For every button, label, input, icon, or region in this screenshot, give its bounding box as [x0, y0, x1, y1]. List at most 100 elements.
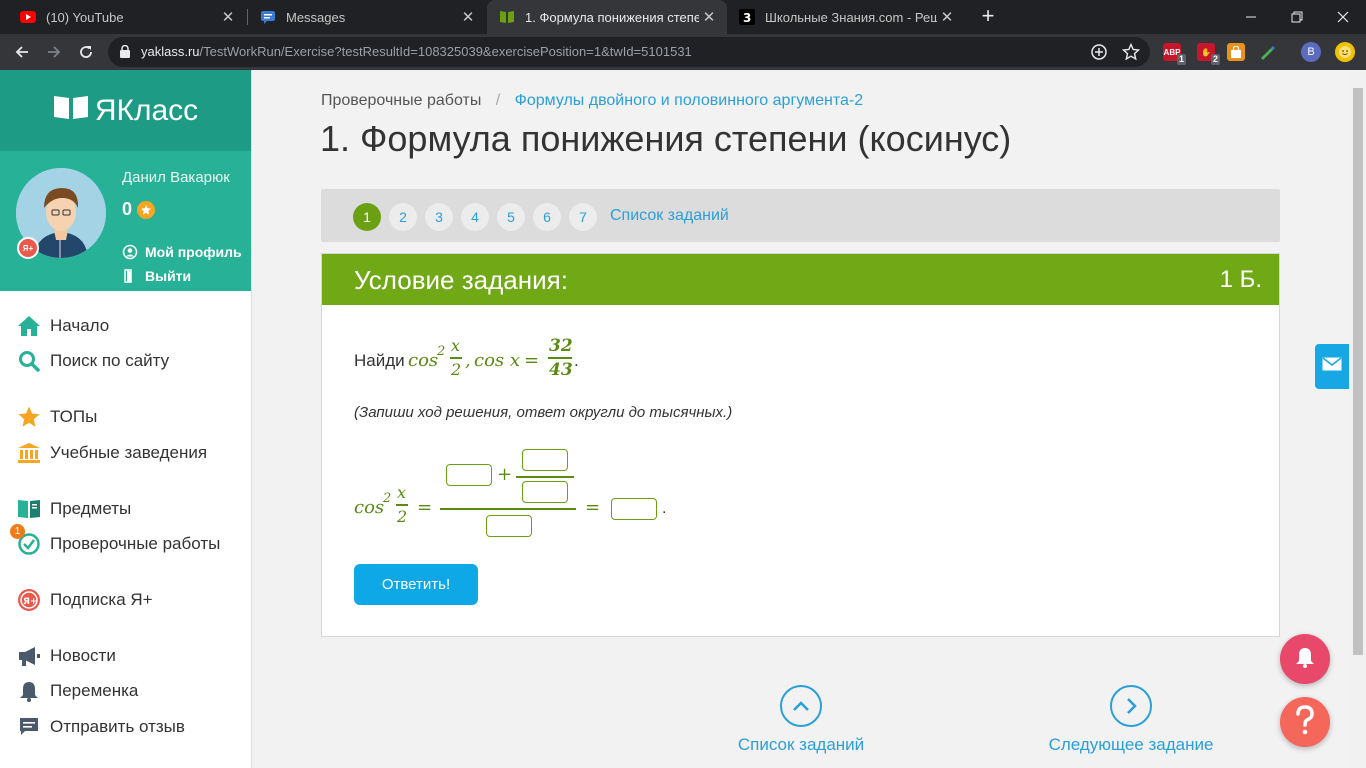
minimize-button[interactable] — [1228, 0, 1274, 34]
notifications-button[interactable] — [1280, 634, 1330, 684]
close-icon[interactable]: ✕ — [458, 8, 478, 26]
sidebar-item-tops[interactable]: ТОПы — [16, 404, 97, 430]
bottom-task-list-link[interactable]: Список заданий — [738, 685, 864, 755]
answer-input-3[interactable] — [522, 481, 568, 503]
book-logo-icon — [53, 94, 89, 128]
sidebar-item-tests[interactable]: 1 Проверочные работы — [10, 524, 220, 557]
logout-link[interactable]: Выйти — [122, 268, 191, 284]
profile-icon — [122, 244, 140, 260]
check-icon: 1 — [10, 524, 42, 557]
fraction-bar — [396, 504, 408, 506]
star-icon — [137, 200, 156, 219]
help-button[interactable] — [1280, 697, 1330, 747]
breadcrumb-root[interactable]: Проверочные работы — [321, 92, 481, 109]
equals-text: = — [417, 497, 433, 518]
tab-title: Школьные Знания.com - Решае — [765, 9, 937, 25]
close-icon[interactable]: ✕ — [699, 8, 719, 26]
add-icon[interactable] — [1090, 43, 1108, 66]
sidebar-item-feedback[interactable]: Отправить отзыв — [16, 714, 185, 740]
sidebar-item-subscription[interactable]: Я+ Подписка Я+ — [16, 587, 153, 613]
news-icon — [16, 643, 42, 669]
tab-messages[interactable]: Messages ✕ — [248, 0, 486, 34]
abp-extension-icon[interactable]: ABP 1 — [1163, 43, 1186, 65]
logo[interactable]: ЯКласс — [0, 70, 251, 151]
power-text: 2 — [437, 344, 446, 359]
breadcrumb: Проверочные работы / Формулы двойного и … — [321, 92, 863, 110]
logout-icon — [122, 268, 140, 284]
svg-text:Я+: Я+ — [23, 597, 37, 607]
value-numerator: 32 — [549, 336, 573, 356]
bag-extension-icon[interactable] — [1227, 43, 1245, 61]
emoji-icon[interactable] — [1335, 42, 1355, 62]
equals-text: = — [524, 350, 540, 371]
sidebar-item-home[interactable]: Начало — [16, 313, 109, 339]
back-button[interactable] — [8, 38, 36, 66]
sidebar-item-subjects[interactable]: Предметы — [16, 496, 131, 522]
reload-button[interactable] — [72, 38, 100, 66]
user-points: 0 — [122, 199, 156, 220]
close-icon[interactable]: ✕ — [218, 8, 238, 26]
forward-button[interactable] — [40, 38, 68, 66]
tab-znanija[interactable]: 3 Школьные Знания.com - Решае ✕ — [727, 0, 965, 34]
inner-fraction-bar — [516, 476, 574, 478]
page-2-button[interactable]: 2 — [389, 203, 417, 231]
sidebar-item-break[interactable]: Переменка — [16, 678, 138, 704]
answer-input-4[interactable] — [486, 515, 532, 537]
page-3-button[interactable]: 3 — [425, 203, 453, 231]
page-7-button[interactable]: 7 — [569, 203, 597, 231]
cos-x-text: cos x — [474, 350, 521, 371]
chevron-up-icon — [780, 685, 822, 727]
question-icon — [1293, 704, 1317, 740]
close-icon[interactable]: ✕ — [937, 8, 957, 26]
new-tab-button[interactable]: + — [976, 4, 1000, 28]
next-task-link[interactable]: Следующее задание — [1049, 685, 1213, 755]
hand-extension-icon[interactable]: ✋ 2 — [1197, 43, 1220, 65]
power-text: 2 — [383, 491, 392, 506]
page-6-button[interactable]: 6 — [533, 203, 561, 231]
task-hint: (Запиши ход решения, ответ округли до ты… — [354, 404, 733, 421]
page-title: 1. Формула понижения степени (косинус) — [320, 118, 1012, 159]
sidebar-item-search[interactable]: Поиск по сайту — [16, 348, 169, 374]
cos-text: cos — [408, 350, 439, 371]
breadcrumb-separator: / — [495, 92, 501, 109]
answer-input-result[interactable] — [611, 498, 657, 520]
chevron-right-icon — [1110, 685, 1152, 727]
feedback-icon — [16, 714, 42, 740]
cos-text: cos — [354, 497, 385, 518]
bookmark-star-icon[interactable] — [1121, 42, 1141, 66]
task-list-link[interactable]: Список заданий — [610, 207, 729, 225]
tab-youtube[interactable]: (10) YouTube ✕ — [8, 0, 246, 34]
messages-icon — [260, 9, 276, 25]
task-pager: 1 2 3 4 5 6 7 Список заданий — [321, 189, 1280, 242]
close-window-button[interactable] — [1320, 0, 1366, 34]
feedback-mail-button[interactable] — [1315, 344, 1349, 389]
submit-answer-button[interactable]: Ответить! — [354, 564, 478, 605]
fraction-numerator: x — [397, 483, 407, 502]
page-4-button[interactable]: 4 — [461, 203, 489, 231]
sidebar-item-schools[interactable]: Учебные заведения — [16, 440, 207, 466]
user-panel: Я+ Данил Вакарюк 0 Мой профиль Выйти — [0, 151, 251, 291]
pen-extension-icon[interactable] — [1258, 43, 1276, 61]
book-icon — [16, 496, 42, 522]
address-bar[interactable]: yaklass.ru/TestWorkRun/Exercise?testResu… — [108, 37, 1150, 67]
page-5-button[interactable]: 5 — [497, 203, 525, 231]
breadcrumb-current[interactable]: Формулы двойного и половинного аргумента… — [515, 92, 863, 109]
period-text: . — [662, 500, 667, 517]
star-icon — [16, 404, 42, 430]
answer-input-1[interactable] — [446, 464, 492, 486]
answer-formula: cos 2 x 2 = + = . — [354, 447, 694, 542]
my-profile-link[interactable]: Мой профиль — [122, 244, 242, 260]
period-text: . — [574, 351, 579, 370]
tab-yaklass[interactable]: 1. Формула понижения степени ✕ — [487, 0, 727, 34]
page-scrollbar[interactable] — [1350, 70, 1366, 768]
sidebar: ЯКласс Я+ Данил Вакарюк 0 Мой профиль Вы… — [0, 70, 252, 768]
sidebar-item-news[interactable]: Новости — [16, 643, 116, 669]
answer-input-2[interactable] — [522, 449, 568, 471]
profile-avatar[interactable]: B — [1301, 42, 1321, 62]
restore-button[interactable] — [1274, 0, 1320, 34]
search-icon — [16, 348, 42, 374]
page-1-button[interactable]: 1 — [353, 203, 381, 231]
url-text: yaklass.ru/TestWorkRun/Exercise?testResu… — [141, 44, 692, 59]
user-name[interactable]: Данил Вакарюк — [122, 169, 230, 186]
scrollbar-thumb[interactable] — [1353, 88, 1363, 655]
